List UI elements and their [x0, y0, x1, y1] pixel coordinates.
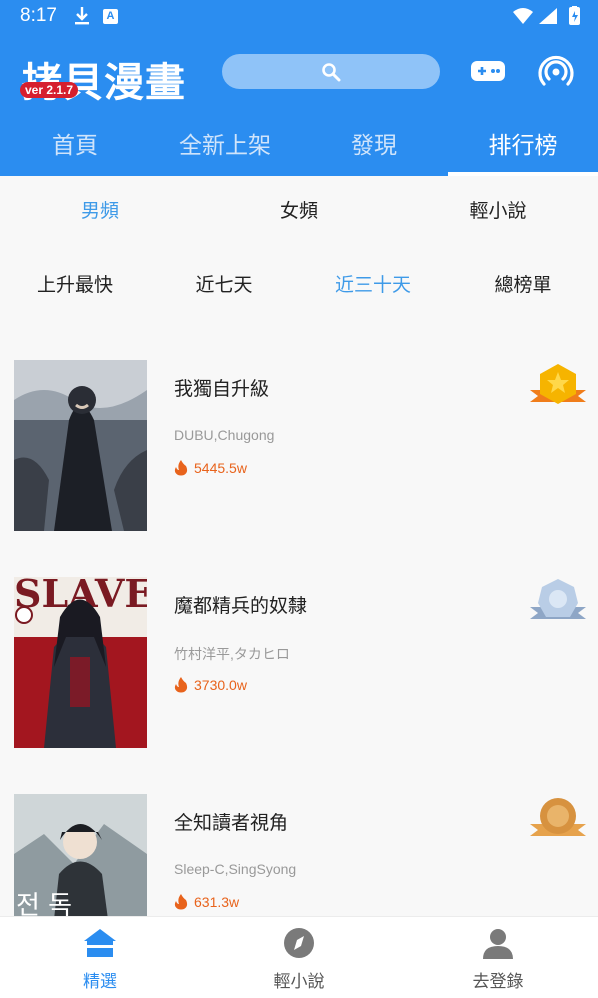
main-tabs: 首頁 全新上架 發現 排行榜: [0, 118, 598, 176]
comic-cover[interactable]: SLAVE: [14, 577, 147, 748]
period-tab-7days[interactable]: 近七天: [149, 270, 299, 297]
nav-light-novel[interactable]: 輕小說: [199, 927, 399, 992]
period-tab-rising[interactable]: 上升最快: [0, 270, 150, 297]
bronze-medal-icon: [530, 798, 586, 836]
silver-medal-icon: [530, 579, 586, 619]
app-header: 8:17 A 拷貝漫畫 ver 2.1.7 首頁 全新上架 發現 排行榜: [0, 0, 598, 176]
popularity-value: 5445.5w: [194, 460, 247, 476]
category-tab-male[interactable]: 男頻: [25, 196, 175, 223]
app-logo: 拷貝漫畫: [22, 60, 186, 106]
search-bar[interactable]: [222, 54, 440, 89]
tab-ranking[interactable]: 排行榜: [448, 126, 598, 160]
gamepad-icon[interactable]: [470, 58, 506, 84]
tab-discover[interactable]: 發現: [299, 126, 449, 160]
version-badge: ver 2.1.7: [20, 82, 79, 98]
comic-author: DUBU,Chugong: [174, 427, 275, 443]
popularity: 3730.0w: [174, 677, 247, 693]
nav-label: 去登錄: [472, 972, 524, 992]
user-icon: [483, 929, 513, 959]
category-tab-female[interactable]: 女頻: [224, 196, 374, 223]
popularity-value: 631.3w: [194, 894, 240, 910]
comic-title: 魔都精兵的奴隸: [174, 595, 308, 617]
ranking-item[interactable]: 我獨自升級 DUBU,Chugong 5445.5w: [0, 360, 598, 560]
nav-login[interactable]: 去登錄: [398, 927, 598, 992]
period-tabs: 上升最快 近七天 近三十天 總榜單: [0, 270, 598, 304]
comic-title: 全知讀者視角: [174, 812, 289, 834]
compass-icon: [284, 928, 314, 958]
status-bar: 8:17 A: [0, 0, 598, 34]
period-tab-30days[interactable]: 近三十天: [298, 270, 448, 297]
fire-icon: [174, 460, 188, 476]
home-icon: [84, 929, 116, 957]
category-tabs: 男頻 女頻 輕小說: [0, 196, 598, 230]
popularity: 5445.5w: [174, 460, 247, 476]
broadcast-icon[interactable]: [538, 54, 574, 90]
fire-icon: [174, 677, 188, 693]
tab-new-releases[interactable]: 全新上架: [150, 126, 300, 160]
tab-home[interactable]: 首頁: [0, 126, 150, 160]
gold-medal-icon: [530, 364, 586, 404]
comic-cover[interactable]: [14, 360, 147, 531]
nav-label: 精選: [83, 972, 117, 992]
bottom-nav: 精選 輕小說 去登錄: [0, 916, 598, 998]
comic-title: 我獨自升級: [174, 378, 270, 400]
fire-icon: [174, 894, 188, 910]
nav-label: 輕小說: [273, 972, 325, 992]
period-tab-all[interactable]: 總榜單: [448, 270, 598, 297]
notification-icon: A: [103, 9, 118, 24]
nav-featured[interactable]: 精選: [0, 927, 200, 992]
system-status-icons: [513, 6, 580, 25]
category-tab-light-novel[interactable]: 輕小說: [423, 196, 573, 223]
status-time: 8:17: [20, 5, 57, 26]
comic-author: 竹村洋平,タカヒロ: [174, 646, 290, 662]
comic-author: Sleep-C,SingSyong: [174, 861, 297, 877]
ranking-item[interactable]: SLAVE 魔都精兵的奴隸 竹村洋平,タカヒロ 3730.0w: [0, 577, 598, 777]
search-icon: [322, 63, 341, 82]
download-icon: [75, 7, 89, 25]
popularity: 631.3w: [174, 894, 239, 910]
popularity-value: 3730.0w: [194, 677, 247, 693]
active-tab-indicator: [448, 172, 598, 176]
